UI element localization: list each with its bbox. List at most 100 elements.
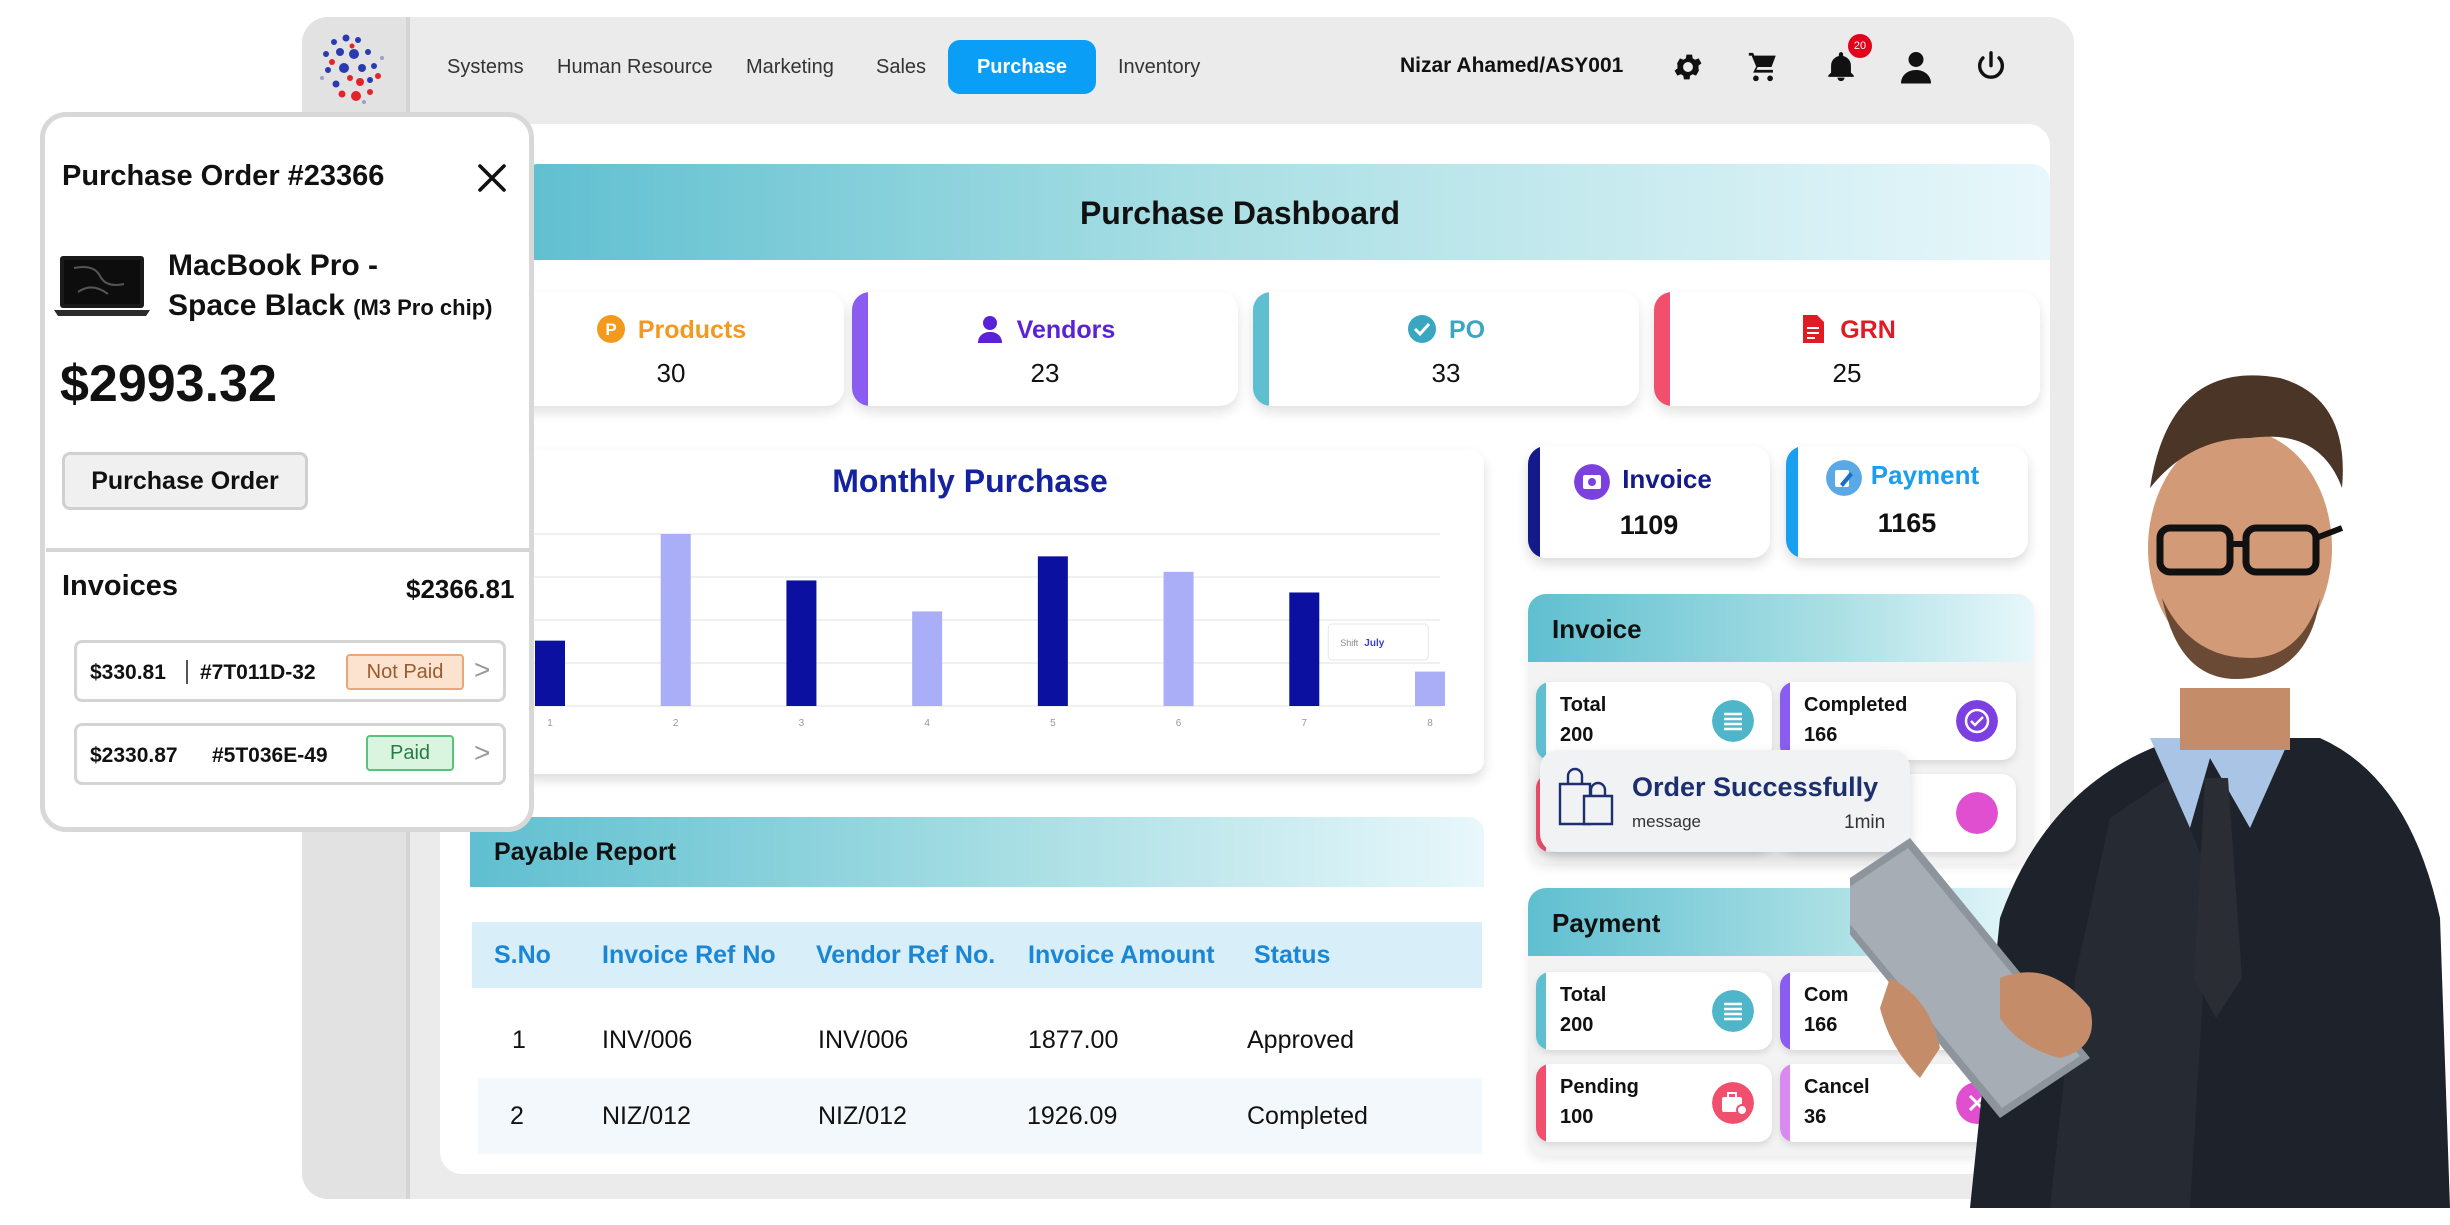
nav-inventory[interactable]: Inventory (1118, 40, 1200, 94)
nav-human-resource[interactable]: Human Resource (557, 40, 713, 94)
power-icon[interactable] (1968, 44, 2014, 90)
cell-amount: 1926.09 (1027, 1102, 1118, 1130)
company-logo[interactable] (314, 30, 394, 110)
payment-tile-pending[interactable]: Pending 100 (1536, 1064, 1772, 1142)
purchase-order-button[interactable]: Purchase Order (62, 452, 308, 510)
chart-bar[interactable] (1415, 671, 1445, 706)
invoices-label: Invoices (62, 570, 179, 602)
person-icon (977, 316, 1002, 343)
tile-value: 100 (1560, 1106, 1594, 1128)
stat-label-po: PO (1448, 316, 1486, 344)
invoice-panel-title: Invoice (1552, 614, 1642, 644)
cell-status: Completed (1247, 1102, 1368, 1130)
col-status[interactable]: Status (1254, 941, 1330, 970)
tile-value: 166 (1804, 1014, 1838, 1036)
tile-label: Pending (1560, 1076, 1639, 1098)
tile-accent-bar (1780, 972, 1790, 1050)
tile-label: Total (1560, 984, 1607, 1006)
tile-value: 200 (1560, 1014, 1594, 1036)
briefcase-icon (1712, 1082, 1754, 1124)
stat-value-po: 33 (1431, 358, 1461, 388)
col-vendor-ref[interactable]: Vendor Ref No. (816, 941, 995, 970)
card-accent-bar (1528, 446, 1540, 558)
list-icon (1712, 700, 1754, 742)
payment-tile-total[interactable]: Total 200 (1536, 972, 1772, 1050)
col-sno[interactable]: S.No (494, 941, 551, 970)
status-badge-paid: Paid (366, 735, 454, 771)
nav-marketing[interactable]: Marketing (746, 40, 834, 94)
cell-sno: 2 (510, 1102, 524, 1130)
chart-bar[interactable] (1289, 592, 1320, 706)
p-circle-icon: P (596, 315, 625, 343)
nav-systems[interactable]: Systems (447, 40, 524, 94)
cell-vendor-ref: NIZ/012 (818, 1102, 907, 1130)
toast-message: message (1632, 812, 1701, 831)
product-name: MacBook Pro - Space Black (M3 Pro chip) (168, 246, 492, 328)
tile-label: Com (1804, 984, 1849, 1006)
chevron-right-icon[interactable]: > (474, 737, 490, 769)
user-icon[interactable] (1893, 44, 1939, 90)
invoice-ref: #5T036E-49 (212, 744, 328, 767)
toast-title: Order Successfully (1632, 772, 1879, 802)
chart-bar[interactable] (1037, 556, 1068, 706)
status-badge-not-paid: Not Paid (346, 654, 464, 690)
nav-purchase[interactable]: Purchase (948, 40, 1096, 94)
close-icon[interactable] (474, 160, 510, 196)
tile-value: 36 (1804, 1106, 1827, 1128)
chart-x-tick-label: 6 (1176, 718, 1182, 729)
col-invoice-ref[interactable]: Invoice Ref No (602, 941, 776, 970)
gear-icon[interactable] (1665, 44, 1711, 90)
chart-x-tick-label: 2 (673, 718, 679, 729)
invoice-amount: $2330.87 (90, 744, 178, 767)
invoices-total: $2366.81 (406, 574, 515, 604)
stat-label-vendors: Vendors (1016, 316, 1116, 344)
notification-badge: 20 (1848, 34, 1872, 58)
invoice-amount: $330.81 (90, 661, 166, 684)
product-price: $2993.32 (60, 355, 277, 413)
payable-report-title: Payable Report (494, 838, 677, 866)
tile-accent-bar (1536, 682, 1546, 760)
tile-accent-bar (1536, 1064, 1546, 1142)
chart-x-tick-label: 7 (1302, 718, 1308, 729)
tile-value: 166 (1804, 724, 1838, 746)
chart-bar[interactable] (786, 580, 817, 706)
po-title: Purchase Order #23366 (62, 160, 385, 192)
document-icon (1803, 315, 1825, 343)
tile-label: Total (1560, 694, 1607, 716)
chart-bar[interactable] (1163, 571, 1194, 706)
stat-card-po[interactable]: PO 33 (1253, 292, 1639, 406)
chevron-right-icon[interactable]: > (474, 654, 490, 686)
tile-value: 200 (1560, 724, 1594, 746)
check-circle-icon (1407, 315, 1436, 343)
stat-value-vendors: 23 (1030, 358, 1060, 388)
cell-invoice-ref: NIZ/012 (602, 1102, 691, 1130)
chart-x-tick-label: 5 (1050, 718, 1056, 729)
mini-value-invoice: 1109 (1619, 510, 1679, 540)
stat-card-vendors[interactable]: Vendors 23 (852, 292, 1238, 406)
chart-bar[interactable] (912, 611, 943, 706)
chart-bar[interactable] (660, 534, 691, 706)
cell-vendor-ref: INV/006 (818, 1026, 909, 1054)
chart-x-tick-label: 4 (924, 718, 930, 729)
tile-accent-bar (1780, 1064, 1790, 1142)
chart-bar[interactable] (535, 640, 565, 706)
mini-card-invoice[interactable]: Invoice 1109 (1528, 446, 1770, 558)
monthly-purchase-chart: 1 2 3 4 5 6 7 8 Shift July (530, 533, 1445, 729)
payment-panel-title: Payment (1552, 908, 1661, 938)
nav-sales[interactable]: Sales (876, 40, 926, 94)
shopping-bag-icon (1558, 767, 1614, 826)
mini-label-invoice: Invoice (1622, 464, 1712, 494)
divider (46, 548, 530, 552)
user-name[interactable]: Nizar Ahamed/ASY001 (1400, 54, 1623, 78)
chart-tooltip-label: Shift (1340, 638, 1359, 648)
laptop-image (54, 256, 150, 316)
product-name-line2: Space Black (168, 289, 345, 322)
separator (186, 660, 188, 684)
invoice-tile-total[interactable]: Total 200 (1536, 682, 1772, 760)
col-invoice-amount[interactable]: Invoice Amount (1028, 941, 1215, 970)
cart-icon[interactable] (1740, 44, 1786, 90)
cell-sno: 1 (512, 1026, 526, 1054)
product-name-line1: MacBook Pro - (168, 249, 379, 282)
dashboard-title: Purchase Dashboard (1079, 195, 1401, 231)
tile-accent-bar (1780, 682, 1790, 760)
